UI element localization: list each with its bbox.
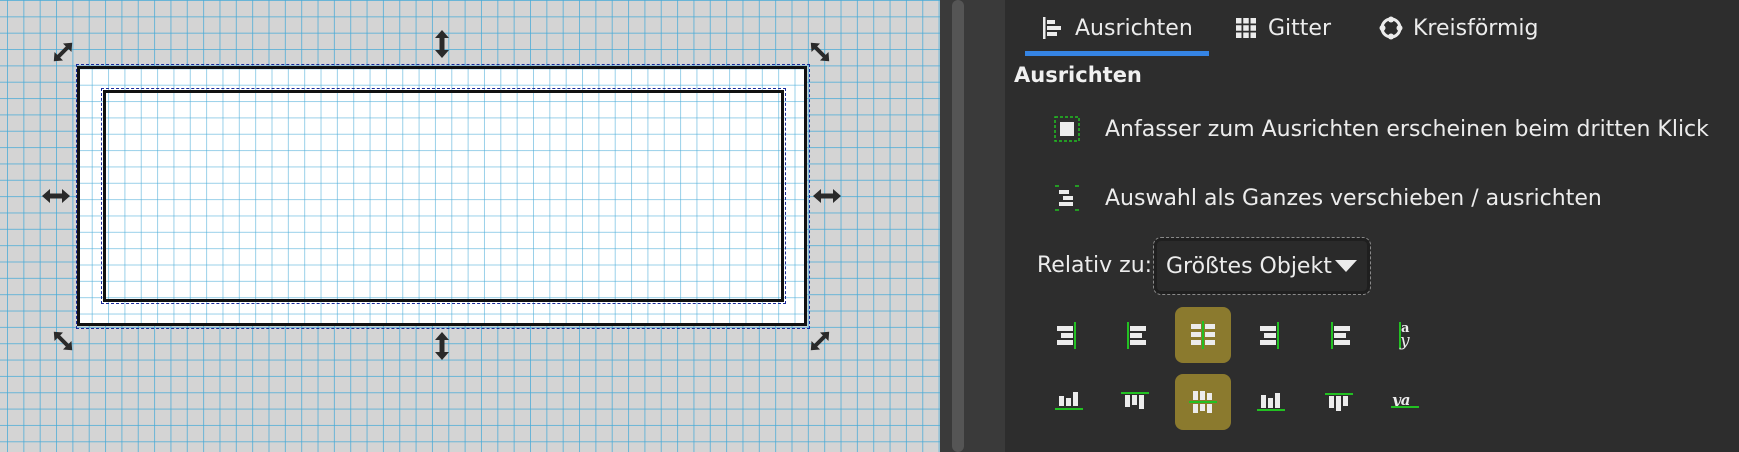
tab-label: Ausrichten bbox=[1075, 15, 1193, 41]
text-baseline-vertical-icon: a y bbox=[1399, 321, 1410, 351]
option-label: Auswahl als Ganzes verschieben / ausrich… bbox=[1105, 185, 1602, 211]
scale-handle-bottom-icon[interactable] bbox=[427, 331, 457, 361]
option-handles-third-click[interactable]: Anfasser zum Ausrichten erscheinen beim … bbox=[1053, 115, 1709, 143]
center-on-horizontal-axis-button[interactable] bbox=[1175, 374, 1231, 430]
scale-handle-top-right-icon[interactable] bbox=[805, 37, 835, 67]
align-text-baselines-vertical-button[interactable]: a y bbox=[1377, 307, 1433, 363]
option-move-as-group[interactable]: Auswahl als Ganzes verschieben / ausrich… bbox=[1053, 184, 1602, 212]
scale-handle-bottom-left-icon[interactable] bbox=[48, 326, 78, 356]
drawing-canvas[interactable] bbox=[0, 0, 940, 452]
section-title: Ausrichten bbox=[1014, 63, 1142, 87]
align-top-to-bottom-anchor-icon bbox=[1325, 393, 1353, 411]
align-top-edges-button[interactable] bbox=[1107, 374, 1163, 430]
align-left-edges-to-right-anchor-button[interactable] bbox=[1311, 307, 1367, 363]
tab-label: Kreisförmig bbox=[1413, 15, 1539, 41]
align-right-edges-button[interactable] bbox=[1243, 307, 1299, 363]
center-vertical-axis-icon bbox=[1191, 321, 1215, 349]
inner-rectangle[interactable] bbox=[103, 90, 784, 302]
align-top-edges-to-bottom-anchor-button[interactable] bbox=[1311, 374, 1367, 430]
align-left-icon bbox=[1043, 17, 1061, 39]
align-bottom-icon bbox=[1257, 393, 1285, 411]
canvas-scrollbar[interactable] bbox=[952, 0, 964, 452]
align-text-baselines-horizontal-button[interactable]: ya bbox=[1377, 374, 1433, 430]
relative-to-value: Größtes Objekt bbox=[1166, 253, 1332, 279]
tab-bar: Ausrichten Gitter Kreisförmig bbox=[1019, 0, 1739, 56]
align-right-icon bbox=[1260, 322, 1279, 349]
align-left-edges-button[interactable] bbox=[1107, 307, 1163, 363]
align-handles-icon bbox=[1054, 116, 1080, 142]
option-label: Anfasser zum Ausrichten erscheinen beim … bbox=[1105, 116, 1709, 142]
tab-ausrichten[interactable]: Ausrichten bbox=[1025, 0, 1209, 56]
align-bottom-edges-to-top-anchor-button[interactable] bbox=[1041, 374, 1097, 430]
scale-handle-right-icon[interactable] bbox=[812, 181, 842, 211]
tab-gitter[interactable]: Gitter bbox=[1234, 0, 1331, 56]
center-on-vertical-axis-button[interactable] bbox=[1175, 307, 1231, 363]
baseline-glyph-y: y bbox=[1399, 331, 1410, 351]
tab-label: Gitter bbox=[1268, 15, 1331, 41]
chevron-down-icon bbox=[1335, 260, 1357, 272]
panel-divider bbox=[940, 0, 1005, 452]
center-horizontal-axis-icon bbox=[1189, 391, 1217, 413]
relative-to-label: Relativ zu: bbox=[1037, 253, 1153, 278]
align-distribute-panel: Ausrichten Gitter Kreisförmig Ausrichten… bbox=[1005, 0, 1739, 452]
align-right-to-left-anchor-icon bbox=[1057, 322, 1076, 349]
align-left-to-right-anchor-icon bbox=[1331, 322, 1350, 349]
circular-icon bbox=[1379, 16, 1403, 40]
scale-handle-left-icon[interactable] bbox=[41, 181, 71, 211]
relative-to-select[interactable]: Größtes Objekt bbox=[1153, 237, 1371, 295]
align-bottom-to-top-anchor-icon bbox=[1055, 392, 1083, 410]
align-top-icon bbox=[1121, 392, 1149, 409]
align-left-icon bbox=[1127, 322, 1146, 349]
grid-icon bbox=[1236, 18, 1256, 38]
align-right-edges-to-left-anchor-button[interactable] bbox=[1041, 307, 1097, 363]
scale-handle-top-icon[interactable] bbox=[427, 29, 457, 59]
scale-handle-bottom-right-icon[interactable] bbox=[805, 326, 835, 356]
tab-kreisfoermig[interactable]: Kreisförmig bbox=[1379, 0, 1538, 56]
text-baseline-horizontal-icon: ya bbox=[1391, 391, 1419, 409]
group-align-icon bbox=[1055, 185, 1079, 211]
scale-handle-top-left-icon[interactable] bbox=[48, 37, 78, 67]
align-bottom-edges-button[interactable] bbox=[1243, 374, 1299, 430]
